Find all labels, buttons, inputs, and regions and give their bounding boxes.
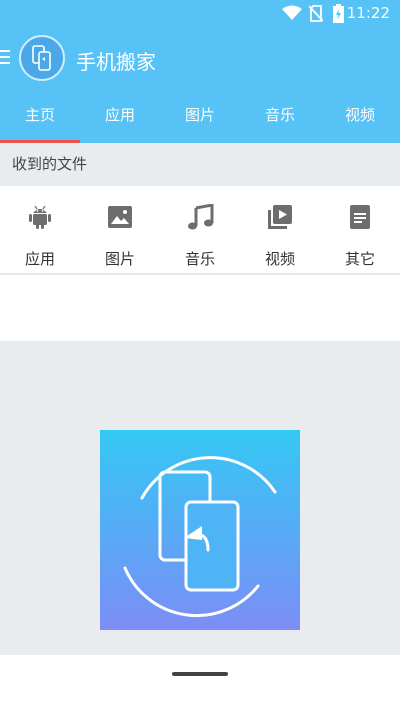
tab-apps[interactable]: 应用 <box>80 92 160 140</box>
status-time: 11:22 <box>346 4 390 22</box>
no-sim-icon <box>309 5 323 22</box>
category-row: 应用 图片 音乐 视频 其它 <box>0 186 400 274</box>
tab-bar: 主页 应用 图片 音乐 视频 <box>0 92 400 140</box>
category-label: 音乐 <box>184 250 215 268</box>
image-icon <box>108 206 132 228</box>
category-label: 其它 <box>344 250 375 268</box>
category-label: 图片 <box>104 250 135 268</box>
category-pictures[interactable]: 图片 <box>80 186 160 273</box>
tab-music[interactable]: 音乐 <box>240 92 320 140</box>
app-title: 手机搬家 <box>76 50 156 74</box>
app-bar: 手机搬家 <box>0 28 400 92</box>
home-indicator[interactable] <box>172 672 228 676</box>
category-music[interactable]: 音乐 <box>160 186 240 273</box>
received-files-title: 收到的文件 <box>0 143 400 186</box>
transfer-illustration <box>100 430 300 630</box>
phone-transfer-logo <box>19 35 65 81</box>
wifi-icon <box>282 5 302 20</box>
category-other[interactable]: 其它 <box>320 186 400 273</box>
document-icon <box>350 205 370 229</box>
file-list-area <box>0 275 400 341</box>
status-bar: 11:22 <box>0 0 400 28</box>
category-apps[interactable]: 应用 <box>0 186 80 273</box>
menu-icon[interactable] <box>0 50 12 64</box>
video-library-icon <box>268 205 292 229</box>
tab-video[interactable]: 视频 <box>320 92 400 140</box>
battery-charging-icon <box>333 4 344 23</box>
android-icon <box>29 205 51 229</box>
tab-home[interactable]: 主页 <box>0 92 80 140</box>
music-note-icon <box>188 204 214 230</box>
category-video[interactable]: 视频 <box>240 186 320 273</box>
tab-pictures[interactable]: 图片 <box>160 92 240 140</box>
category-label: 视频 <box>264 250 295 268</box>
system-nav-bar <box>0 655 400 711</box>
category-label: 应用 <box>24 250 55 268</box>
